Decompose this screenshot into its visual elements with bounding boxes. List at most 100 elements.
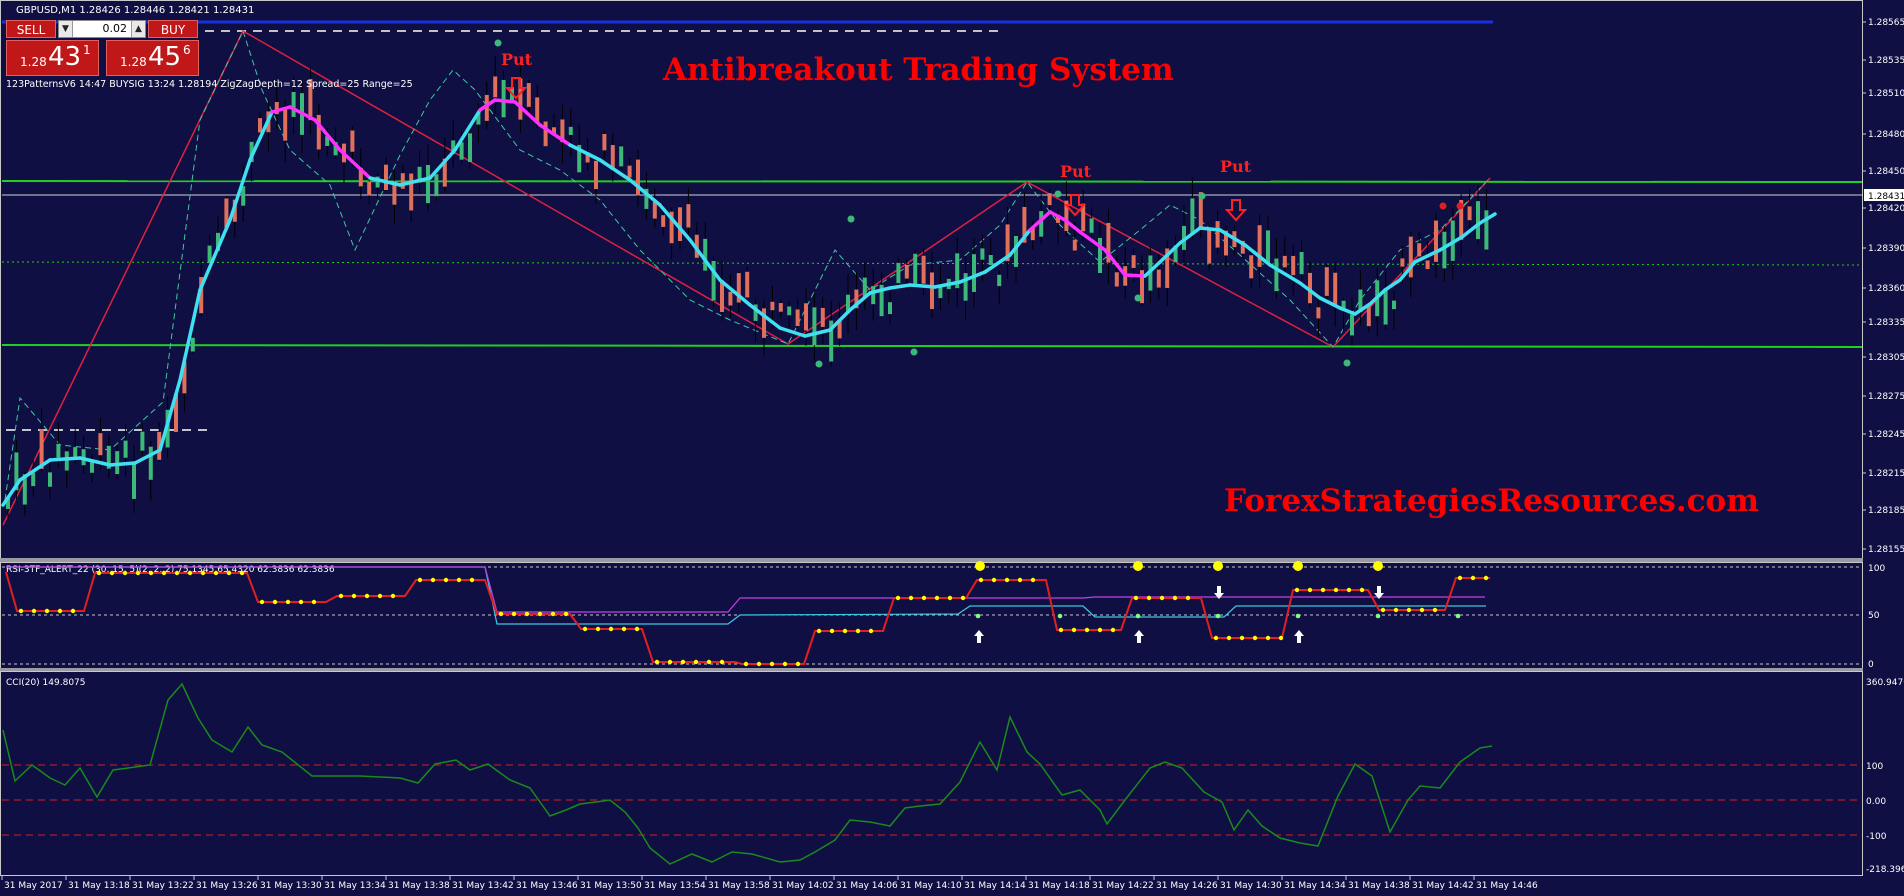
bear-candle [1467, 206, 1472, 221]
bull-candle [501, 79, 506, 118]
price-axis-label: 1.28450 [1868, 167, 1904, 177]
rsi-dot [1346, 587, 1352, 593]
rsi-axis-label-0: 0 [1868, 660, 1874, 670]
price-axis-label: 1.28215 [1868, 469, 1904, 479]
buy-price-sup: 6 [183, 43, 191, 57]
sell-button[interactable]: SELL [6, 20, 56, 38]
bull-candle [31, 472, 36, 487]
rsi-dot [868, 628, 874, 634]
bear-candle [367, 181, 372, 196]
rsi-dot [829, 628, 835, 634]
rsi-dot [1058, 627, 1064, 633]
price-axis-label: 1.28535 [1868, 56, 1904, 66]
lot-size-input[interactable]: ▼ 0.02 ▲ [58, 20, 146, 38]
bear-candle [1316, 307, 1321, 319]
rsi-dot [1252, 635, 1258, 641]
bear-candle [686, 204, 691, 228]
rsi-dot [226, 570, 232, 576]
price-axis-label: 1.28245 [1868, 430, 1904, 440]
bull-candle [888, 302, 892, 315]
sell-price-sup: 1 [83, 43, 91, 57]
rsi-dot [693, 659, 699, 665]
time-axis-label: 31 May 14:30 [1220, 881, 1282, 891]
signal-dot [1198, 192, 1206, 200]
time-axis-label: 31 May 14:14 [964, 881, 1026, 891]
time-axis-label: 31 May 14:46 [1476, 881, 1538, 891]
buy-price-prefix: 1.28 [120, 55, 147, 69]
bull-candle [812, 307, 817, 346]
ma-segment-down [1123, 273, 1147, 278]
buy-button[interactable]: BUY [148, 20, 198, 38]
rsi-dot [756, 661, 762, 667]
rsi-green-dot [1455, 613, 1461, 619]
rsi-dot [148, 570, 154, 576]
rsi-dot [1333, 587, 1339, 593]
panel-divider-2[interactable] [0, 668, 1863, 671]
buy-price-box[interactable]: 1.28 45 6 [106, 40, 199, 76]
bear-candle [1434, 220, 1438, 262]
rsi-dot [608, 626, 614, 632]
bull-candle [1190, 198, 1195, 235]
rsi-dot [654, 659, 660, 665]
bear-candle [745, 271, 750, 298]
rsi-dot [1172, 595, 1178, 601]
rsi-dot [1004, 577, 1010, 583]
bear-candle [594, 160, 598, 190]
time-axis-label: 31 May 13:34 [324, 881, 386, 891]
cci-axis-label-max: 360.9476 [1866, 678, 1904, 688]
rsi-dot [338, 593, 344, 599]
price-axis-label: 1.28305 [1868, 353, 1904, 363]
cci-axis-label-minus100: -100 [1866, 832, 1887, 842]
rsi-dot [259, 599, 265, 605]
rsi-dot [947, 595, 953, 601]
price-axis-label: 1.28480 [1868, 130, 1904, 140]
rsi-dot [1159, 595, 1165, 601]
rsi-dot [1419, 607, 1425, 613]
bull-candle [1476, 201, 1480, 240]
time-axis-label: 31 May 14:02 [772, 881, 834, 891]
rsi-dot [96, 570, 102, 576]
rsi-green-dot [1375, 613, 1381, 619]
rsi-dot [364, 593, 370, 599]
symbol-header: GBPUSD,M1 1.28426 1.28446 1.28421 1.2843… [16, 5, 254, 16]
bear-candle [804, 303, 808, 331]
lot-size-value[interactable]: 0.02 [103, 21, 128, 37]
price-axis-label: 1.28360 [1868, 284, 1904, 294]
price-axis-label: 1.28420 [1868, 204, 1904, 214]
bear-candle [98, 433, 103, 456]
bear-candle [1291, 255, 1296, 276]
time-axis-label: 31 May 13:50 [580, 881, 642, 891]
lot-decrease-icon[interactable]: ▼ [59, 21, 73, 37]
time-axis-label: 31 May 13:30 [260, 881, 322, 891]
bear-candle [350, 130, 355, 152]
bear-candle [930, 272, 934, 310]
rsi-axis-label-50: 50 [1868, 611, 1880, 621]
chart-area[interactable]: GBPUSD,M1 1.28426 1.28446 1.28421 1.2843… [0, 0, 1904, 896]
cci-axis-label-100: 100 [1866, 762, 1883, 772]
panel-divider-1[interactable] [0, 558, 1863, 562]
rsi-dot [456, 577, 462, 583]
rsi-dot [667, 659, 673, 665]
rsi-dot [70, 608, 76, 614]
sell-price-box[interactable]: 1.28 43 1 [6, 40, 99, 76]
bear-candle [1072, 239, 1077, 251]
bull-candle [132, 461, 136, 499]
signal-dot [815, 360, 823, 368]
time-axis-label: 31 May 13:46 [516, 881, 578, 891]
bear-candle [526, 83, 531, 107]
bear-candle [820, 307, 825, 327]
lot-increase-icon[interactable]: ▲ [131, 21, 145, 37]
rsi-dot [57, 608, 63, 614]
rsi-dot [1030, 577, 1036, 583]
price-axis-label: 1.28390 [1868, 244, 1904, 254]
rsi-dot [816, 628, 822, 634]
bear-candle [652, 201, 657, 219]
current-price-label: 1.28431 [1868, 192, 1904, 202]
time-axis-label: 31 May 13:58 [708, 881, 770, 891]
time-axis-label: 31 May 14:26 [1156, 881, 1218, 891]
rsi-dot [311, 599, 317, 605]
bull-candle [1274, 258, 1279, 292]
signal-dot [1134, 294, 1142, 302]
bull-candle [871, 286, 876, 305]
rsi-dot [469, 577, 475, 583]
